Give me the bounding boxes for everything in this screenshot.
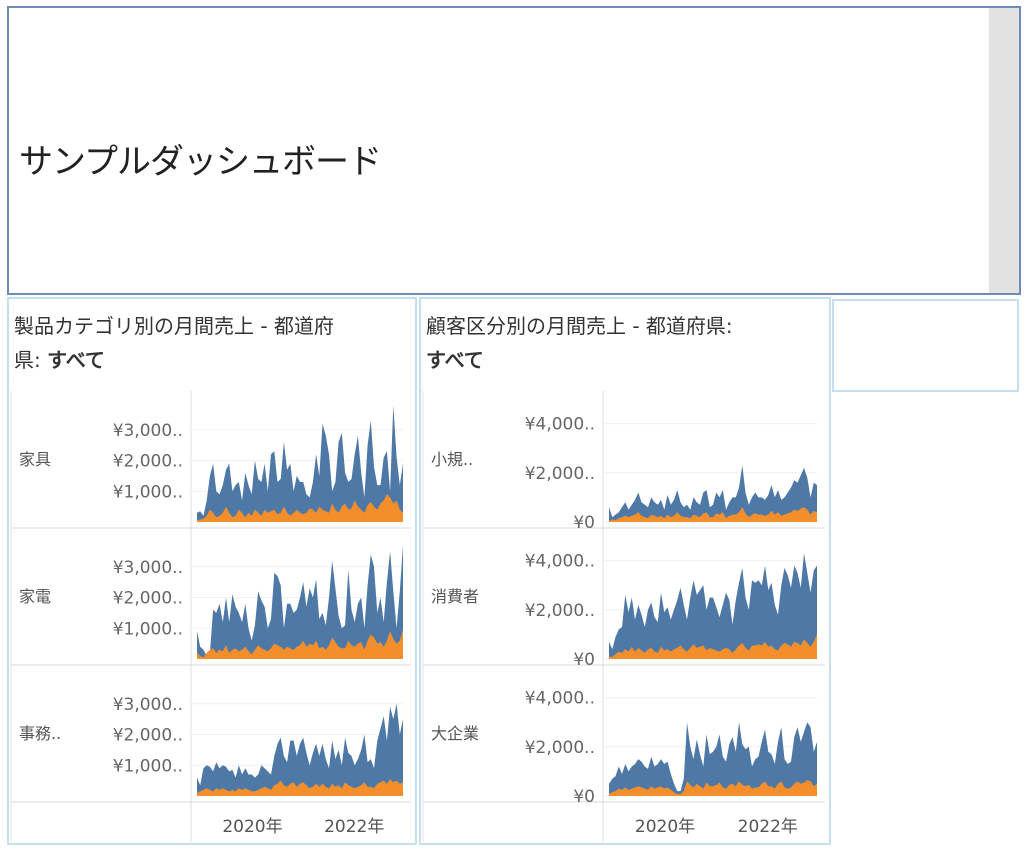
product-category-panel: 製品カテゴリ別の月間売上 - 都道府 県: すべて 家具 ¥1,000.. ¥2,0… <box>7 297 417 845</box>
panel-title: 顧客区分別の月間売上 - 都道府県: すべて <box>426 309 733 377</box>
x-tick-label: 2020年 <box>635 817 695 837</box>
row-label: 大企業 <box>431 724 479 743</box>
y-tick-label: ¥0 <box>573 513 595 533</box>
product-category-chart: 家具 ¥1,000.. ¥2,000.. ¥3,000.. 家電 ¥1,000.. ¥2,0… <box>10 391 411 842</box>
row-label: 消費者 <box>431 587 479 606</box>
row-label: 事務.. <box>19 724 61 743</box>
y-tick-label: ¥1,000.. <box>113 619 183 639</box>
x-tick-label: 2022年 <box>324 817 384 837</box>
blue-area-series <box>197 703 403 796</box>
row-label: 家電 <box>19 587 51 606</box>
y-tick-label: ¥3,000.. <box>113 558 183 578</box>
panel-title-line1: 顧客区分別の月間売上 - 都道府県: <box>426 314 733 338</box>
y-tick-label: ¥2,000.. <box>113 589 183 609</box>
panel-title-line2: すべて <box>426 343 733 377</box>
panel-title-line2: 県: すべて <box>14 343 334 377</box>
row-label: 小規.. <box>431 450 473 469</box>
empty-panel <box>832 299 1019 392</box>
y-tick-label: ¥4,000.. <box>525 689 595 709</box>
customer-segment-chart: 小規.. ¥0 ¥2,000.. ¥4,000.. 消費者 ¥0 ¥2,000.. ¥4,00… <box>422 391 825 842</box>
dashboard-title: サンプルダッシュボード <box>19 142 382 182</box>
panel-title-prefix: 県: <box>14 348 48 372</box>
dashboard-title-box: サンプルダッシュボード <box>7 6 1021 295</box>
y-tick-label: ¥2,000.. <box>113 726 183 746</box>
panel-title: 製品カテゴリ別の月間売上 - 都道府 県: すべて <box>14 309 334 377</box>
y-tick-label: ¥3,000.. <box>113 421 183 441</box>
y-tick-label: ¥1,000.. <box>113 756 183 776</box>
y-tick-label: ¥1,000.. <box>113 482 183 502</box>
y-tick-label: ¥4,000.. <box>525 415 595 435</box>
blue-area-series <box>609 553 817 659</box>
y-tick-label: ¥2,000.. <box>525 464 595 484</box>
customer-segment-panel: 顧客区分別の月間売上 - 都道府県: すべて 小規.. ¥0 ¥2,000.. ¥4,… <box>419 297 831 845</box>
blue-area-series <box>609 465 817 522</box>
x-tick-label: 2022年 <box>738 817 798 837</box>
y-tick-label: ¥0 <box>573 787 595 807</box>
panel-title-filter-value: すべて <box>47 348 105 372</box>
row-label: 家具 <box>19 450 51 469</box>
title-scrollbar[interactable] <box>989 8 1019 293</box>
y-tick-label: ¥0 <box>573 650 595 670</box>
y-tick-label: ¥4,000.. <box>525 552 595 572</box>
y-tick-label: ¥2,000.. <box>113 452 183 472</box>
x-tick-label: 2020年 <box>222 817 282 837</box>
y-tick-label: ¥2,000.. <box>525 738 595 758</box>
y-tick-label: ¥2,000.. <box>525 601 595 621</box>
panel-title-filter-value: すべて <box>426 348 484 372</box>
blue-area-series <box>609 722 817 796</box>
y-tick-label: ¥3,000.. <box>113 695 183 715</box>
panel-title-line1: 製品カテゴリ別の月間売上 - 都道府 <box>14 314 334 338</box>
